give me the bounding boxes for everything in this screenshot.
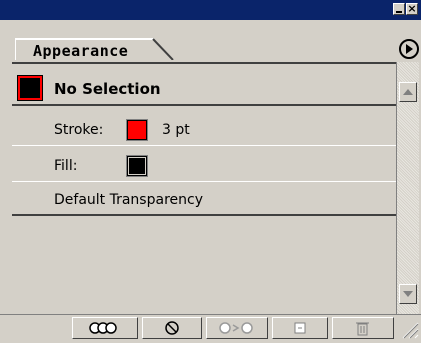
tab-label: Appearance: [33, 42, 129, 60]
transparency-row[interactable]: Default Transparency: [12, 188, 396, 216]
scroll-down-button[interactable]: [399, 284, 417, 304]
resize-grip[interactable]: [399, 319, 419, 339]
stroke-weight-value: 3 pt: [162, 122, 190, 138]
new-art-maintains-appearance-button[interactable]: [72, 317, 138, 339]
menu-arrow-icon: [399, 39, 419, 59]
resize-grip-icon: [402, 322, 419, 339]
duplicate-item-button[interactable]: [272, 317, 328, 339]
appearance-toolbar: [0, 314, 421, 341]
selection-header-row[interactable]: No Selection: [12, 70, 396, 106]
reduce-to-basic-appearance-icon: [219, 322, 253, 334]
new-art-maintains-appearance-icon: [89, 322, 117, 334]
tab-appearance[interactable]: Appearance: [15, 38, 175, 60]
stroke-label: Stroke:: [54, 122, 104, 138]
stroke-color-swatch[interactable]: [126, 119, 148, 141]
appearance-list: No Selection Stroke: 3 pt Fill: Default …: [12, 62, 396, 316]
fill-row[interactable]: Fill:: [12, 152, 396, 182]
fill-color-swatch[interactable]: [126, 155, 148, 177]
transparency-label: Default Transparency: [54, 192, 203, 208]
minimize-button[interactable]: [393, 3, 405, 15]
delete-item-button[interactable]: [332, 317, 394, 339]
selection-title: No Selection: [54, 80, 161, 98]
delete-item-icon: [356, 322, 369, 336]
vertical-scrollbar[interactable]: [396, 62, 419, 314]
reduce-to-basic-appearance-button[interactable]: [206, 317, 268, 339]
close-button[interactable]: ×: [406, 3, 418, 15]
palette-menu-button[interactable]: [398, 38, 420, 60]
close-icon: ×: [407, 2, 417, 15]
palette-title-bar[interactable]: ×: [0, 0, 421, 20]
stroke-row[interactable]: Stroke: 3 pt: [12, 116, 396, 146]
fill-label: Fill:: [54, 158, 78, 174]
selection-thumbnail: [17, 75, 43, 101]
clear-appearance-button[interactable]: [142, 317, 202, 339]
scroll-up-icon: [403, 89, 413, 95]
duplicate-item-icon: [294, 322, 306, 334]
clear-appearance-icon: [165, 321, 179, 335]
scroll-down-icon: [403, 291, 413, 297]
scroll-up-button[interactable]: [399, 82, 417, 102]
